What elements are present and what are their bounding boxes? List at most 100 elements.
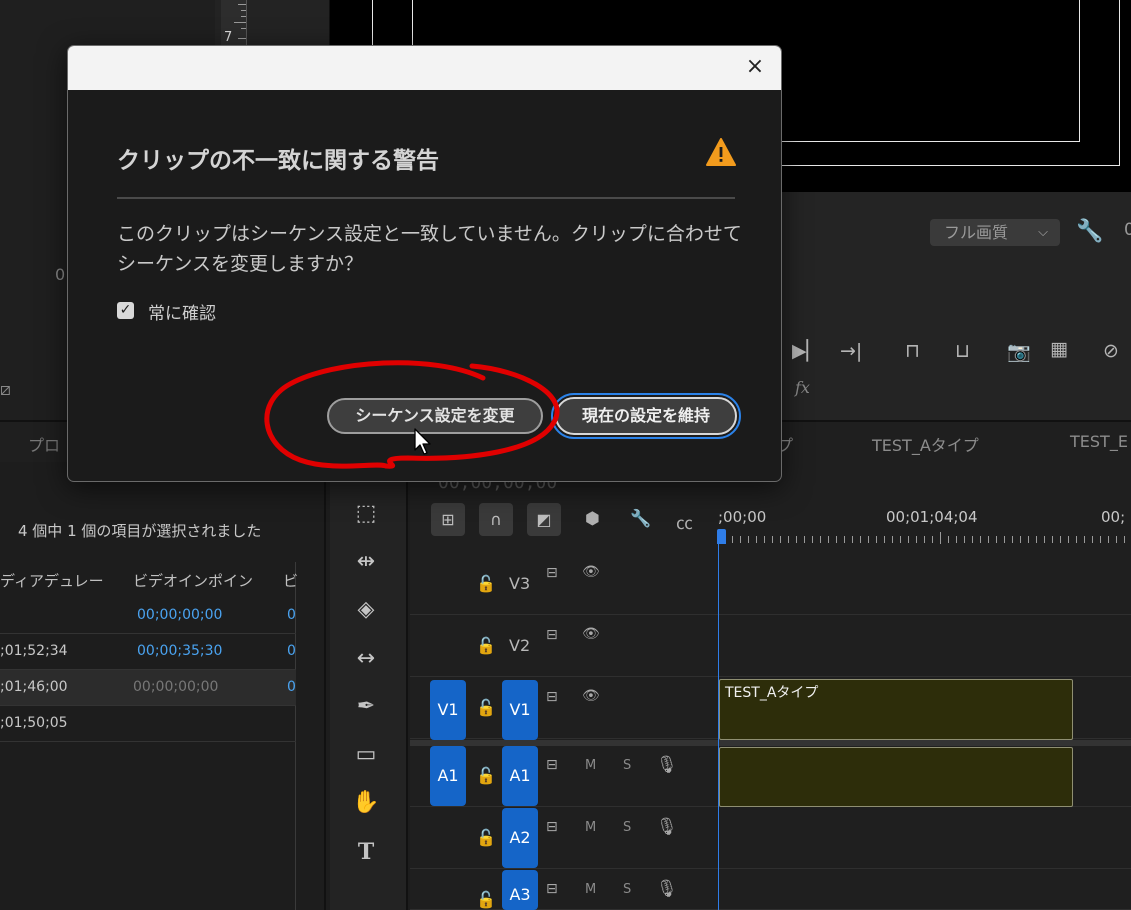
time-ruler-tick [844, 536, 845, 543]
microphone-icon[interactable]: 🎙 [656, 817, 678, 837]
step-forward-icon[interactable]: ▶▏ [792, 340, 821, 362]
time-ruler-tick [1116, 536, 1117, 543]
camera-icon[interactable]: 📷 [1007, 340, 1031, 363]
source-patch-v1[interactable]: V1 [430, 680, 466, 740]
fx-icon[interactable]: fx [795, 378, 810, 397]
sync-lock-icon[interactable]: ⊟ [546, 565, 558, 581]
captions-icon[interactable]: ㏄ [676, 509, 693, 534]
time-ruler-tick [1028, 536, 1029, 543]
track-target-a3[interactable]: A3 [502, 870, 538, 910]
track-target-v1[interactable]: V1 [502, 680, 538, 740]
tab-sequence-test-a[interactable]: TEST_Aタイプ [872, 432, 979, 456]
eye-icon[interactable]: 👁 [582, 688, 600, 704]
extract-icon[interactable]: ⊔ [955, 340, 970, 362]
eye-icon[interactable]: 👁 [582, 564, 600, 580]
time-ruler-start: ;00;00 [718, 508, 767, 526]
time-ruler-tick [996, 536, 997, 543]
time-ruler-tick [1036, 536, 1037, 543]
lock-icon[interactable]: 🔓 [476, 574, 496, 593]
go-to-out-icon[interactable]: →| [840, 340, 862, 362]
always-confirm-label[interactable]: 常に確認 [148, 299, 216, 324]
pen-tool-icon[interactable]: ✒ [350, 691, 382, 723]
time-ruler-tick [812, 536, 813, 543]
sync-lock-icon[interactable]: ⊟ [546, 689, 558, 705]
sync-lock-icon[interactable]: ⊟ [546, 757, 558, 773]
time-ruler-tick [1052, 536, 1053, 543]
cell-video-in: 00;00;00;00 [137, 607, 223, 623]
tab-sequence-test-e[interactable]: TEST_E [1070, 432, 1128, 451]
sync-lock-icon[interactable]: ⊟ [546, 627, 558, 643]
eye-icon[interactable]: 👁 [582, 626, 600, 642]
rectangle-tool-icon[interactable]: ▭ [350, 739, 382, 771]
solo-button[interactable]: S [623, 882, 631, 897]
microphone-icon[interactable]: 🎙 [656, 879, 678, 899]
playhead-line[interactable] [718, 532, 719, 910]
marker-icon[interactable]: ⬢ [585, 509, 600, 529]
timeline-settings-wrench-icon[interactable]: 🔧 [630, 509, 651, 529]
settings-icon[interactable]: ⊘ [1103, 340, 1119, 362]
time-ruler-tick [988, 536, 989, 543]
comparison-view-icon[interactable]: ▦ [1050, 338, 1068, 360]
source-export-icon[interactable]: ⧄ [0, 380, 11, 400]
sync-lock-icon[interactable]: ⊟ [546, 819, 558, 835]
time-ruler-tick [1100, 536, 1101, 543]
lift-icon[interactable]: ⊓ [905, 340, 920, 362]
ripple-edit-tool-icon[interactable]: ⇹ [350, 546, 382, 578]
mute-button[interactable]: M [585, 758, 596, 773]
time-ruler-tick [1124, 536, 1125, 543]
time-ruler-tick [924, 536, 925, 543]
mute-button[interactable]: M [585, 820, 596, 835]
type-tool-icon[interactable]: T [350, 836, 382, 868]
playhead-handle[interactable] [717, 529, 726, 544]
track-target-a1[interactable]: A1 [502, 746, 538, 806]
track-select-tool-icon[interactable]: ⬚ [350, 498, 382, 530]
table-row-selected[interactable]: ;01;46;00 00;00;00;00 0 [0, 670, 296, 706]
keep-current-settings-button[interactable]: 現在の設定を維持 [555, 397, 737, 435]
playback-quality-dropdown[interactable]: フル画質 ⌵ [930, 219, 1060, 246]
sync-lock-icon[interactable]: ⊟ [546, 881, 558, 897]
track-name-v3: V3 [509, 574, 531, 593]
lock-icon[interactable]: 🔓 [476, 766, 496, 785]
lock-icon[interactable]: 🔓 [476, 698, 496, 717]
column-header-duration[interactable]: ディアデュレー [0, 570, 104, 591]
source-patch-a1[interactable]: A1 [430, 746, 466, 806]
solo-button[interactable]: S [623, 758, 631, 773]
tab-project[interactable]: プロ [28, 432, 60, 456]
time-ruler-tick [860, 536, 861, 543]
snap-magnet-icon[interactable]: ∩ [479, 503, 513, 536]
time-ruler[interactable] [718, 530, 1131, 550]
time-ruler-tick [772, 536, 773, 543]
solo-button[interactable]: S [623, 820, 631, 835]
cell-duration: ;01;46;00 [0, 679, 68, 695]
slip-tool-icon[interactable]: ↔ [350, 643, 382, 675]
time-ruler-tick [1084, 536, 1085, 543]
nest-icon[interactable]: ⊞ [431, 503, 465, 536]
hand-tool-icon[interactable]: ✋ [350, 787, 382, 819]
quality-value: フル画質 [944, 223, 1009, 242]
time-ruler-tick [748, 536, 749, 543]
table-row[interactable]: ;01;52;34 00;00;35;30 0 [0, 634, 296, 670]
lock-icon[interactable]: 🔓 [476, 890, 496, 909]
table-row[interactable]: 00;00;00;00 0 [0, 598, 296, 634]
table-row[interactable]: ;01;50;05 [0, 706, 296, 742]
close-icon[interactable]: × [743, 55, 767, 79]
wrench-icon[interactable]: 🔧 [1076, 219, 1103, 244]
time-ruler-tick [956, 536, 957, 543]
time-ruler-tick [740, 536, 741, 543]
microphone-icon[interactable]: 🎙 [656, 755, 678, 775]
audio-clip[interactable] [719, 747, 1073, 807]
column-header-video-in[interactable]: ビデオインポイン [133, 570, 253, 591]
mute-button[interactable]: M [585, 882, 596, 897]
chevron-down-icon: ⌵ [1038, 225, 1048, 240]
always-confirm-checkbox[interactable]: ✓ [117, 302, 134, 319]
dialog-titlebar[interactable]: × [68, 46, 781, 90]
track-target-a2[interactable]: A2 [502, 808, 538, 868]
column-header-truncated[interactable]: ビ [283, 570, 298, 591]
dialog-heading: クリップの不一致に関する警告 [117, 148, 439, 174]
linked-selection-icon[interactable]: ◩ [527, 503, 561, 536]
razor-tool-icon[interactable]: ◈ [350, 594, 382, 626]
time-ruler-tick [1092, 536, 1093, 543]
lock-icon[interactable]: 🔓 [476, 636, 496, 655]
lock-icon[interactable]: 🔓 [476, 828, 496, 847]
timecode-edge: 0 [1124, 220, 1131, 240]
